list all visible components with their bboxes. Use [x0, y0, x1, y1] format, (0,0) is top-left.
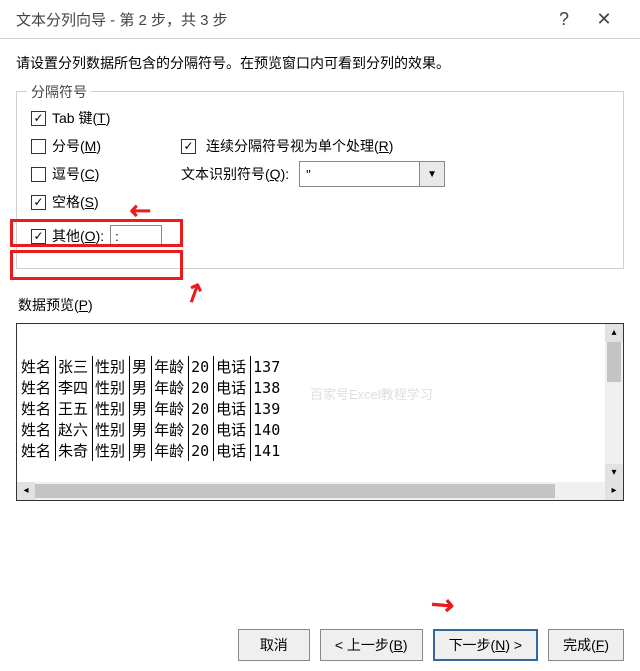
table-cell: 朱奇	[56, 440, 93, 461]
finish-button[interactable]: 完成(F)	[548, 629, 624, 661]
table-cell: 电话	[214, 398, 251, 419]
semicolon-label: 分号(M)	[52, 136, 101, 156]
table-cell: 年龄	[152, 419, 189, 440]
table-row: 姓名赵六性别男年龄20电话140	[17, 419, 284, 440]
window-title: 文本分列向导 - 第 2 步，共 3 步	[16, 9, 228, 30]
titlebar: 文本分列向导 - 第 2 步，共 3 步 ? ✕	[0, 0, 640, 38]
cancel-button[interactable]: 取消	[238, 629, 310, 661]
semicolon-checkbox[interactable]	[31, 139, 46, 154]
preview-scrollbar-vertical[interactable]: ▴ ▾	[605, 324, 623, 482]
comma-label: 逗号(C)	[52, 164, 99, 184]
table-cell: 电话	[214, 377, 251, 398]
scroll-right-icon[interactable]: ▸	[605, 482, 623, 500]
table-row: 姓名朱奇性别男年龄20电话141	[17, 440, 284, 461]
scroll-thumb-vertical[interactable]	[607, 342, 621, 382]
space-label: 空格(S)	[52, 192, 99, 212]
help-icon[interactable]: ?	[544, 9, 584, 30]
text-qualifier-combo[interactable]: ▼	[299, 161, 445, 187]
table-cell: 性别	[93, 398, 130, 419]
table-cell: 138	[251, 377, 285, 398]
table-cell: 140	[251, 419, 285, 440]
table-cell: 李四	[56, 377, 93, 398]
scroll-thumb-horizontal[interactable]	[35, 484, 555, 498]
other-label: 其他(O):	[52, 226, 104, 246]
back-button[interactable]: < 上一步(B)	[320, 629, 423, 661]
scroll-down-icon[interactable]: ▾	[605, 464, 623, 482]
table-cell: 性别	[93, 440, 130, 461]
table-cell: 20	[189, 419, 214, 440]
delimiters-group: 分隔符号 Tab 键(T) 分号(M) 连续分隔符号视为单个处理(R) 逗号(C…	[16, 91, 624, 269]
table-cell: 20	[189, 356, 214, 377]
next-button[interactable]: 下一步(N) >	[433, 629, 539, 661]
table-cell: 姓名	[17, 356, 56, 377]
table-cell: 141	[251, 440, 285, 461]
table-cell: 性别	[93, 356, 130, 377]
table-cell: 年龄	[152, 356, 189, 377]
table-cell: 姓名	[17, 398, 56, 419]
chevron-down-icon[interactable]: ▼	[419, 161, 445, 187]
close-icon[interactable]: ✕	[584, 9, 624, 30]
table-cell: 王五	[56, 398, 93, 419]
scroll-up-icon[interactable]: ▴	[605, 324, 623, 342]
table-row: 姓名张三性别男年龄20电话137	[17, 356, 284, 377]
table-cell: 男	[130, 440, 152, 461]
consecutive-label: 连续分隔符号视为单个处理(R)	[206, 136, 393, 156]
table-row: 姓名李四性别男年龄20电话138	[17, 377, 284, 398]
other-checkbox[interactable]	[31, 229, 46, 244]
table-cell: 20	[189, 377, 214, 398]
table-cell: 张三	[56, 356, 93, 377]
preview-box: 姓名张三性别男年龄20电话137姓名李四性别男年龄20电话138姓名王五性别男年…	[16, 323, 624, 501]
table-cell: 姓名	[17, 440, 56, 461]
space-checkbox[interactable]	[31, 195, 46, 210]
tab-label: Tab 键(T)	[52, 108, 110, 128]
tab-checkbox[interactable]	[31, 111, 46, 126]
text-qualifier-input[interactable]	[299, 161, 419, 187]
table-cell: 男	[130, 419, 152, 440]
annotation-arrow-icon: ↘	[422, 584, 461, 624]
table-cell: 电话	[214, 356, 251, 377]
group-legend: 分隔符号	[27, 82, 91, 102]
table-cell: 20	[189, 440, 214, 461]
table-cell: 男	[130, 398, 152, 419]
preview-label: 数据预览(P)	[18, 295, 622, 315]
table-cell: 137	[251, 356, 285, 377]
table-cell: 年龄	[152, 440, 189, 461]
table-cell: 性别	[93, 377, 130, 398]
consecutive-checkbox[interactable]	[181, 139, 196, 154]
table-cell: 年龄	[152, 398, 189, 419]
preview-scrollbar-horizontal[interactable]: ◂ ▸	[17, 482, 623, 500]
table-cell: 男	[130, 377, 152, 398]
table-cell: 赵六	[56, 419, 93, 440]
table-cell: 年龄	[152, 377, 189, 398]
table-cell: 性别	[93, 419, 130, 440]
table-cell: 姓名	[17, 419, 56, 440]
table-cell: 姓名	[17, 377, 56, 398]
table-cell: 电话	[214, 419, 251, 440]
scroll-left-icon[interactable]: ◂	[17, 482, 35, 500]
table-cell: 男	[130, 356, 152, 377]
preview-content: 姓名张三性别男年龄20电话137姓名李四性别男年龄20电话138姓名王五性别男年…	[17, 324, 605, 482]
button-row: 取消 < 上一步(B) 下一步(N) > 完成(F)	[238, 629, 624, 661]
instruction-text: 请设置分列数据所包含的分隔符号。在预览窗口内可看到分列的效果。	[0, 39, 640, 81]
table-cell: 139	[251, 398, 285, 419]
text-qualifier-label: 文本识别符号(Q):	[181, 164, 289, 184]
table-cell: 电话	[214, 440, 251, 461]
table-row: 姓名王五性别男年龄20电话139	[17, 398, 284, 419]
table-cell: 20	[189, 398, 214, 419]
comma-checkbox[interactable]	[31, 167, 46, 182]
preview-table: 姓名张三性别男年龄20电话137姓名李四性别男年龄20电话138姓名王五性别男年…	[17, 356, 284, 461]
